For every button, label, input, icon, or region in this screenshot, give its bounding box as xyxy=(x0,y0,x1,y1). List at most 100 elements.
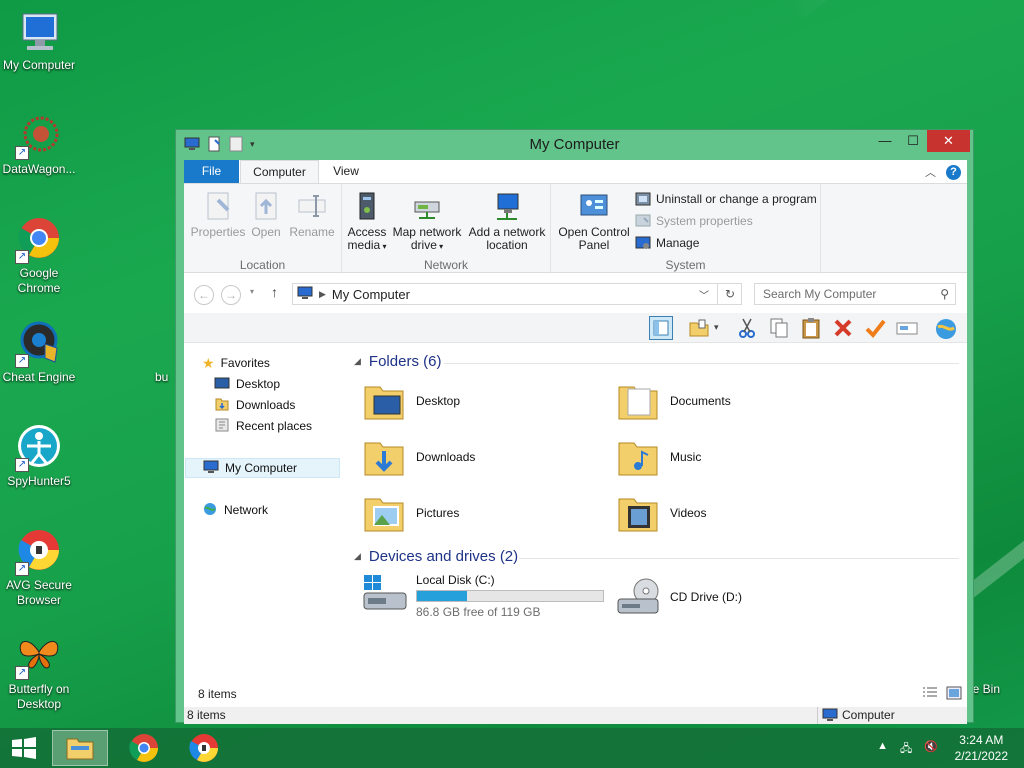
folder-music[interactable]: Music xyxy=(616,435,701,479)
clock-time: 3:24 AM xyxy=(959,733,1004,747)
manage-button[interactable]: Manage xyxy=(635,235,699,251)
folder-documents[interactable]: Documents xyxy=(616,379,731,423)
system-properties-button[interactable]: System properties xyxy=(635,213,753,229)
nav-favorites[interactable]: ★ Favorites xyxy=(202,353,270,373)
ribbon-group-network: Access media ▾ Map network drive ▾ Add a… xyxy=(342,184,551,274)
breadcrumb[interactable]: My Computer xyxy=(332,287,410,302)
downloads-small-icon xyxy=(214,396,230,415)
hard-drive-icon xyxy=(362,573,407,617)
folder-options-icon[interactable] xyxy=(687,316,711,340)
volume-muted-icon[interactable]: 🔇 xyxy=(924,740,938,759)
add-network-location-button[interactable]: Add a network location xyxy=(466,190,548,252)
taskbar-chrome[interactable] xyxy=(116,730,172,766)
preview-pane-icon[interactable] xyxy=(649,316,673,340)
desktop-icon-recycle-bin[interactable]: le Bin xyxy=(970,682,1024,697)
tab-file[interactable]: File xyxy=(184,160,239,183)
large-icons-view-icon[interactable] xyxy=(946,686,962,703)
desktop-icon-label: My Computer xyxy=(2,58,76,72)
globe-icon[interactable] xyxy=(934,316,958,340)
back-button[interactable]: ← xyxy=(194,285,214,305)
desktop-icon-my-computer[interactable]: My Computer xyxy=(0,8,81,73)
chevron-down-icon[interactable]: ▾ xyxy=(714,322,719,333)
cut-icon[interactable] xyxy=(735,316,759,340)
taskbar-file-explorer[interactable] xyxy=(52,730,108,766)
folder-desktop[interactable]: Desktop xyxy=(362,379,460,423)
divider xyxy=(519,558,959,559)
folder-videos[interactable]: Videos xyxy=(616,491,706,535)
up-arrow-icon[interactable]: ↑ xyxy=(271,284,278,300)
nav-network[interactable]: Network xyxy=(202,500,268,520)
desktop-wallpaper-stripe xyxy=(780,0,1024,23)
nav-my-computer[interactable]: My Computer xyxy=(185,458,340,478)
inner-status-bar: 8 items xyxy=(184,683,967,707)
network-location-icon xyxy=(491,190,523,222)
forward-button[interactable]: → xyxy=(221,285,241,305)
devices-group-header[interactable]: ◢ Devices and drives (2) xyxy=(354,548,518,565)
address-dropdown-icon[interactable]: ﹀ xyxy=(699,287,709,302)
status-bar: 8 items Computer xyxy=(184,707,967,724)
tab-view[interactable]: View xyxy=(324,160,368,183)
explorer-window: ▾ My Computer — ☐ ✕ File Computer View ︿… xyxy=(175,129,974,724)
cd-drive-icon xyxy=(616,575,660,619)
desktop-icon-butterfly[interactable]: ↗ Butterfly on Desktop xyxy=(0,632,81,712)
checkmark-icon[interactable] xyxy=(863,316,887,340)
help-icon[interactable]: ? xyxy=(946,164,961,180)
rename-button[interactable]: Rename xyxy=(288,190,336,239)
drive-c[interactable]: Local Disk (C:) 86.8 GB free of 119 GB xyxy=(362,573,604,619)
desktop-icon-avg-browser[interactable]: ↗ AVG Secure Browser xyxy=(0,528,81,608)
network-drive-icon xyxy=(411,190,443,222)
access-media-button[interactable]: Access media ▾ xyxy=(346,190,388,253)
folders-group-header[interactable]: ◢ Folders (6) xyxy=(354,353,441,370)
network-status-icon[interactable]: 🖧 xyxy=(900,740,912,759)
uninstall-program-button[interactable]: Uninstall or change a program xyxy=(635,191,817,207)
nav-recent-places[interactable]: Recent places xyxy=(214,416,312,436)
desktop-icon-label: Google Chrome xyxy=(17,266,61,295)
taskbar: ▲ 🖧 🔇 3:24 AM 2/21/2022 xyxy=(0,728,1024,768)
star-icon: ★ xyxy=(202,354,215,371)
collapse-triangle-icon: ◢ xyxy=(354,356,361,366)
open-control-panel-button[interactable]: Open Control Panel xyxy=(555,190,633,252)
refresh-button[interactable]: ↻ xyxy=(717,283,742,305)
desktop-icon-cheat-engine[interactable]: ↗ Cheat Engine xyxy=(0,320,81,385)
close-button[interactable]: ✕ xyxy=(927,130,970,152)
windows-logo-icon xyxy=(12,737,36,759)
clock[interactable]: 3:24 AM 2/21/2022 xyxy=(955,732,1008,764)
desktop-icon-spyhunter[interactable]: ↗ SpyHunter5 xyxy=(0,424,81,489)
tab-computer[interactable]: Computer xyxy=(240,160,319,183)
maximize-button[interactable]: ☐ xyxy=(899,130,927,152)
address-bar[interactable]: ▶ My Computer ﹀ xyxy=(292,283,742,305)
nav-downloads[interactable]: Downloads xyxy=(214,395,295,415)
nav-desktop[interactable]: Desktop xyxy=(214,374,280,394)
start-button[interactable] xyxy=(0,730,48,766)
media-server-icon xyxy=(351,190,383,222)
open-button[interactable]: Open xyxy=(248,190,284,239)
folder-downloads[interactable]: Downloads xyxy=(362,435,475,479)
copy-icon[interactable] xyxy=(767,316,791,340)
show-hidden-icons-icon[interactable]: ▲ xyxy=(877,740,888,759)
recent-locations-chevron-icon[interactable]: ▾ xyxy=(250,287,254,296)
map-network-drive-button[interactable]: Map network drive ▾ xyxy=(390,190,464,253)
details-view-icon[interactable] xyxy=(922,686,938,703)
minimize-button[interactable]: — xyxy=(871,130,899,152)
desktop-icon-chrome[interactable]: ↗ Google Chrome xyxy=(0,216,81,296)
delete-icon[interactable] xyxy=(831,316,855,340)
recent-places-icon xyxy=(214,417,230,436)
folder-pictures[interactable]: Pictures xyxy=(362,491,459,535)
chevron-up-icon[interactable]: ︿ xyxy=(925,164,936,180)
desktop-icon-label: le Bin xyxy=(970,682,1001,696)
taskbar-avg-browser[interactable] xyxy=(176,730,232,766)
paste-icon[interactable] xyxy=(799,316,823,340)
ribbon-group-system: Open Control Panel Uninstall or change a… xyxy=(551,184,821,274)
drive-d[interactable]: CD Drive (D:) xyxy=(616,575,742,619)
ribbon: Properties Open Rename Location Access m… xyxy=(184,183,967,274)
search-input[interactable]: Search My Computer ⚲ xyxy=(754,283,956,305)
group-label: System xyxy=(665,258,706,272)
desktop-folder-icon xyxy=(362,379,406,423)
breadcrumb-separator-icon[interactable]: ▶ xyxy=(319,289,326,300)
chevron-down-icon: ▾ xyxy=(436,242,444,251)
rename-field-icon[interactable] xyxy=(895,316,919,340)
properties-button[interactable]: Properties xyxy=(190,190,246,239)
downloads-folder-icon xyxy=(362,435,406,479)
desktop-icon-datawagon[interactable]: ↗ DataWagon... xyxy=(0,112,81,177)
title-bar[interactable]: ▾ My Computer — ☐ ✕ xyxy=(176,130,973,160)
